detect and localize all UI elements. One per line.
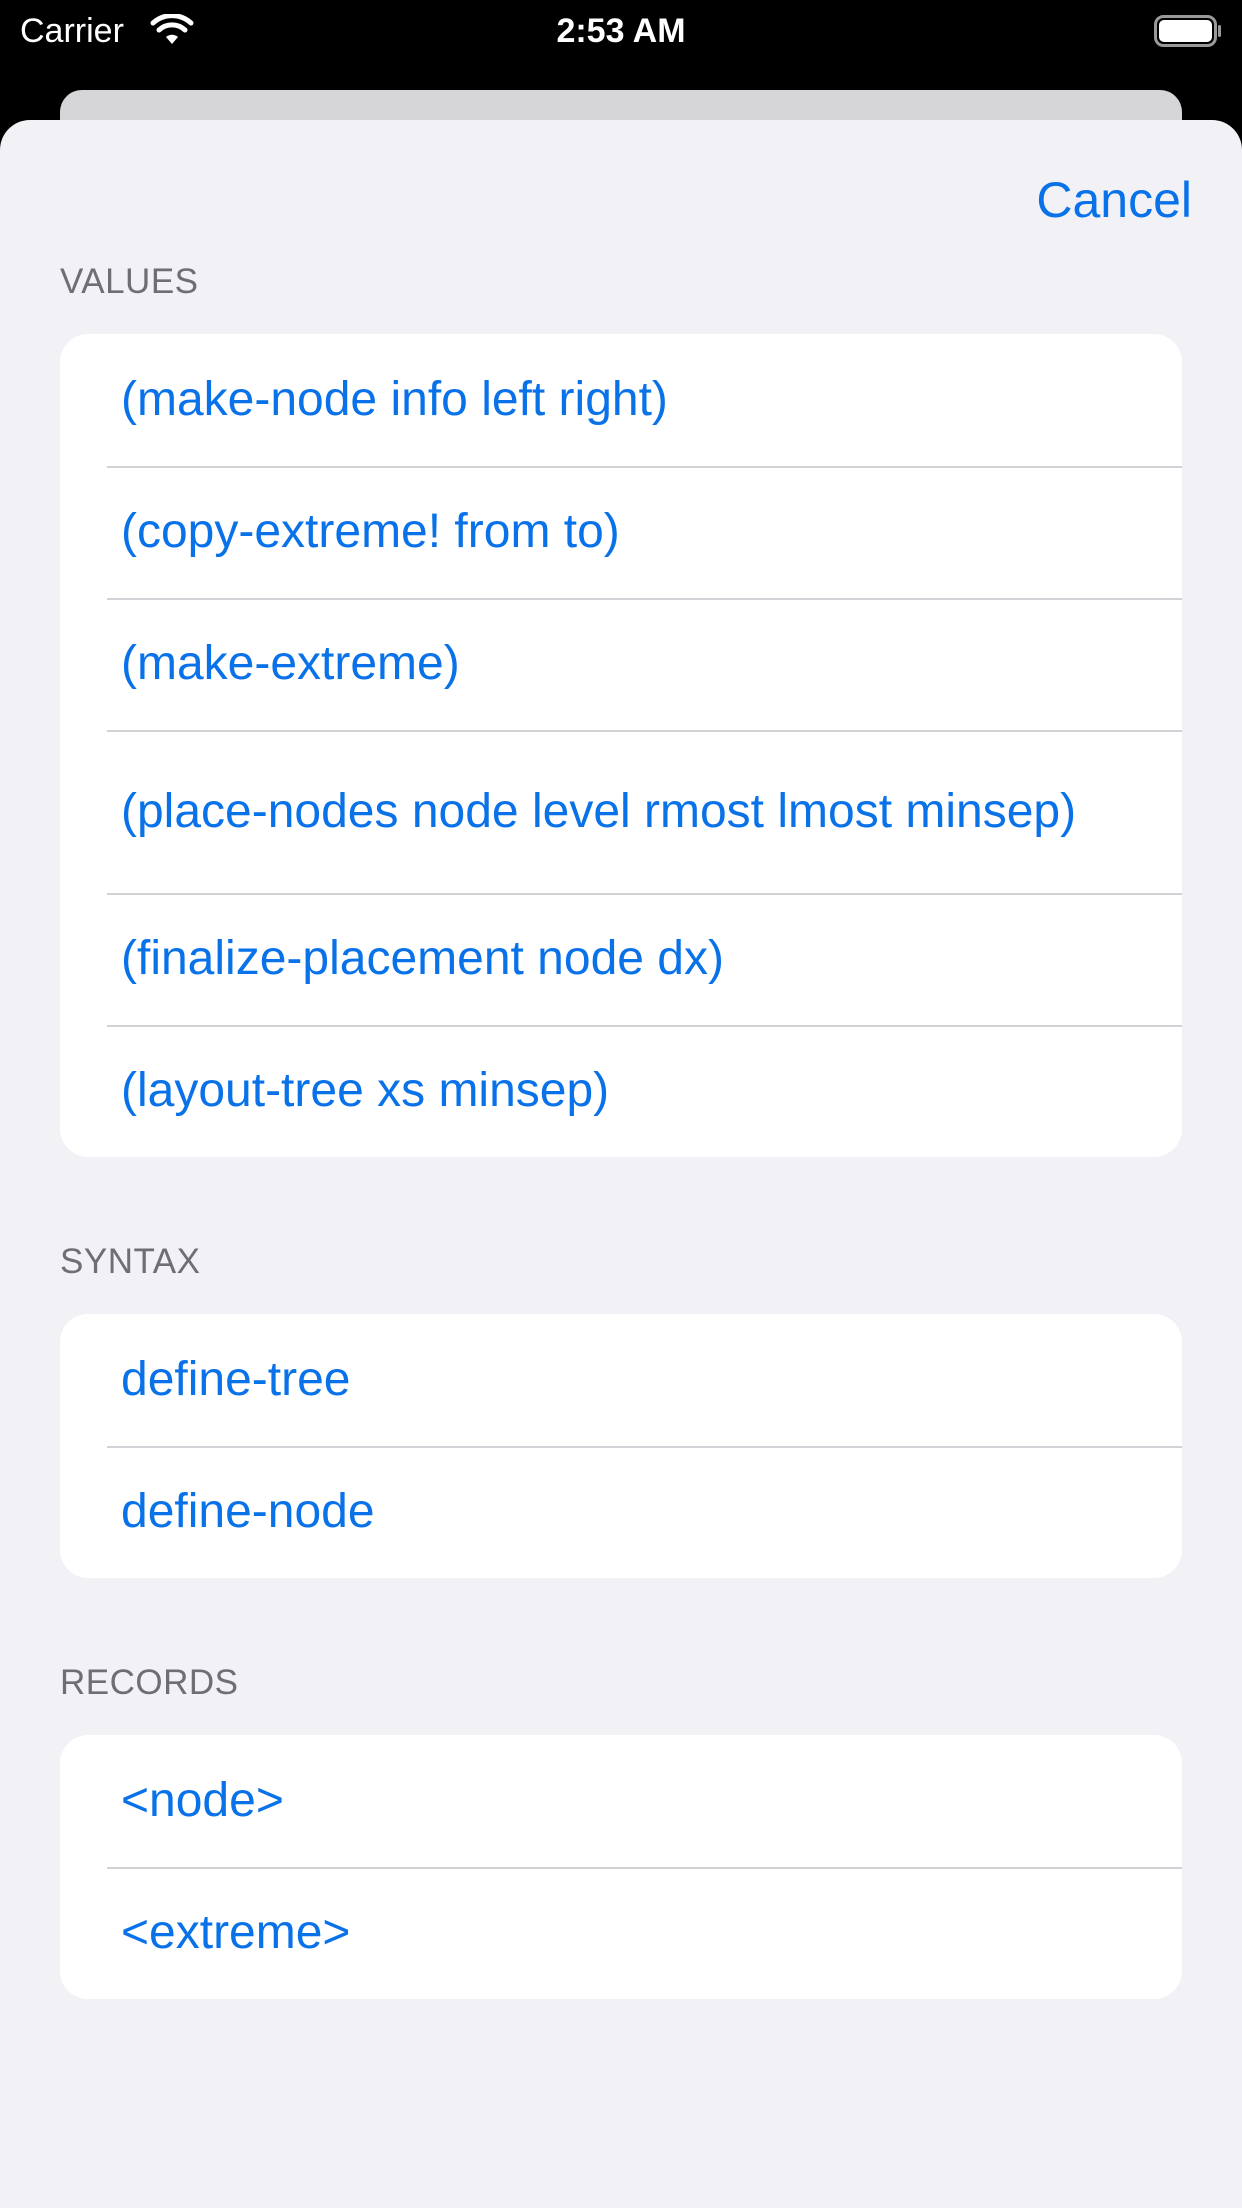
records-list: <node> <extreme> <box>60 1735 1182 1999</box>
list-item[interactable]: define-tree <box>60 1314 1182 1446</box>
section-header-syntax: SYNTAX <box>60 1242 201 1281</box>
values-list: (make-node info left right) (copy-extrem… <box>60 334 1182 1157</box>
list-item[interactable]: (place-nodes node level rmost lmost mins… <box>60 730 1182 893</box>
cancel-button[interactable]: Cancel <box>1036 170 1192 230</box>
modal-sheet: Cancel VALUES (make-node info left right… <box>0 120 1242 2208</box>
list-item[interactable]: (layout-tree xs minsep) <box>60 1025 1182 1157</box>
list-item[interactable]: <extreme> <box>60 1867 1182 1999</box>
list-item[interactable]: (copy-extreme! from to) <box>60 466 1182 598</box>
list-item[interactable]: (make-extreme) <box>60 598 1182 730</box>
syntax-list: define-tree define-node <box>60 1314 1182 1578</box>
list-item[interactable]: (finalize-placement node dx) <box>60 893 1182 1025</box>
list-item[interactable]: (make-node info left right) <box>60 334 1182 466</box>
battery-full-icon <box>1154 15 1221 47</box>
section-header-records: RECORDS <box>60 1663 239 1702</box>
status-bar: Carrier 2:53 AM <box>0 0 1242 64</box>
section-header-values: VALUES <box>60 262 199 301</box>
list-item[interactable]: define-node <box>60 1446 1182 1578</box>
list-item[interactable]: <node> <box>60 1735 1182 1867</box>
clock: 2:53 AM <box>556 12 686 50</box>
